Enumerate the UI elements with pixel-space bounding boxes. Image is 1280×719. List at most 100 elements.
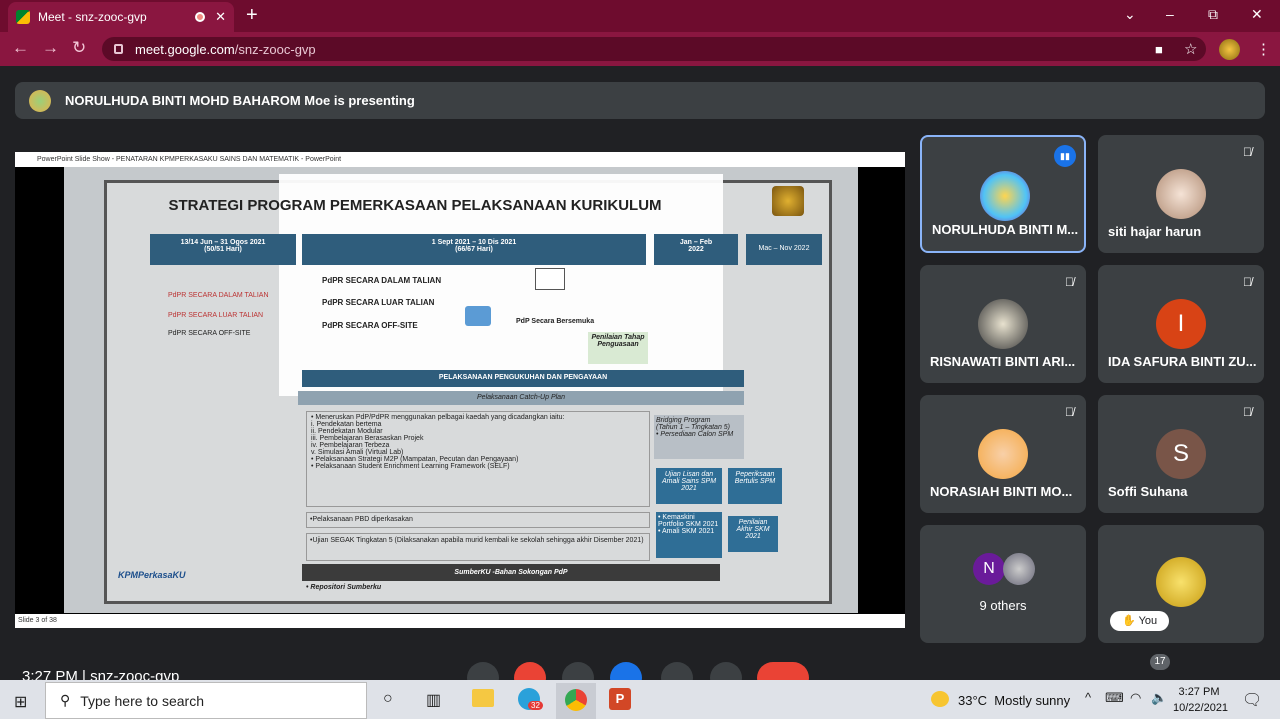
participant-avatar: S [1156, 429, 1206, 479]
close-window-button[interactable]: ✕ [1251, 6, 1263, 23]
clock[interactable]: 3:27 PM 10/22/2021 [1173, 684, 1229, 716]
weather-text[interactable]: 33°C Mostly sunny [958, 693, 1070, 708]
profile-avatar[interactable] [1219, 39, 1240, 60]
strategy-line: i. Pendekatan bertema [311, 421, 382, 428]
slide-title: STRATEGI PROGRAM PEMERKASAAN PELAKSANAAN… [168, 197, 662, 214]
strategy-line: iii. Pembelajaran Berasaskan Projek [311, 435, 424, 442]
keyboard-icon[interactable]: ⌨ [1105, 690, 1124, 706]
band-catchup: Pelaksanaan Catch-Up Plan [298, 391, 744, 405]
participant-avatar [980, 171, 1030, 221]
self-tile[interactable]: ✋ You [1098, 525, 1264, 643]
mid-item-2: PdPR SECARA LUAR TALIAN [322, 298, 435, 307]
bridging-box: Bridging Program (Tahun 1 – Tingkatan 5)… [654, 415, 744, 459]
strategy-line: v. Simulasi Amali (Virtual Lab) [311, 449, 404, 456]
col3-header: Jan – Feb 2022 [654, 234, 738, 265]
task-view-icon[interactable]: ▥ [426, 690, 441, 710]
col4-header: Mac – Nov 2022 [746, 234, 822, 265]
participant-count-badge: 17 [1150, 654, 1170, 670]
col2-header: 1 Sept 2021 – 10 Dis 2021 (66/67 Hari) [302, 234, 646, 265]
strategy-list: • Meneruskan PdP/PdPR menggunakan pelbag… [306, 411, 650, 507]
participant-name: NORASIAH BINTI MO... [930, 484, 1073, 499]
participant-tile[interactable]: 🎙̸ RISNAWATI BINTI ARI... [920, 265, 1086, 383]
meet-favicon-icon [16, 10, 30, 24]
kemaskini-box: • Kemaskini Portfolio SKM 2021 • Amali S… [656, 512, 722, 558]
mic-off-icon: 🎙̸ [1065, 405, 1074, 419]
segak-line: •Ujian SEGAK Tingkatan 5 (Dilaksanakan a… [306, 533, 650, 561]
back-icon[interactable]: ← [12, 38, 29, 58]
minimize-button[interactable]: – [1166, 6, 1174, 22]
plus-shape-icon [465, 306, 491, 326]
presenting-banner: NORULHUDA BINTI MOHD BAHAROM Moe is pres… [15, 82, 1265, 119]
maximize-button[interactable]: ⧉ [1208, 6, 1218, 23]
mic-off-icon: 🎙̸ [1243, 405, 1252, 419]
you-label: ✋ You [1110, 611, 1170, 631]
recording-icon [195, 12, 206, 22]
kpm-logo: KPMPerkasaKU [118, 570, 186, 580]
penilaian-skm-box: Penilaian Akhir SKM 2021 [728, 516, 778, 552]
participant-name: Soffi Suhana [1108, 484, 1188, 499]
participant-tile[interactable]: ▮▮ NORULHUDA BINTI M... [920, 135, 1086, 253]
clock-date: 10/22/2021 [1173, 702, 1229, 714]
reload-icon[interactable]: ↻ [72, 38, 86, 58]
ujian-box: Ujian Lisan dan Amali Sains SPM 2021 [656, 468, 722, 504]
url-host: meet.google.com [135, 41, 235, 57]
participant-name: siti hajar harun [1108, 224, 1202, 239]
pbd-line: •Pelaksanaan PBD diperkasakan [306, 512, 650, 528]
tab-title: Meet - snz-zooc-gvp [38, 10, 147, 24]
strategy-line: ii. Pendekatan Modular [311, 428, 383, 435]
cortana-icon[interactable]: ○ [383, 690, 393, 708]
band-pengukuhan: PELAKSANAAN PENGUKUHAN DAN PENGAYAAN [302, 370, 744, 387]
url-input[interactable]: meet.google.com/snz-zooc-gvp [102, 37, 1206, 61]
sumber-band: SumberKU -Bahan Sokongan PdP [302, 564, 720, 581]
participant-tile[interactable]: I 🎙̸ IDA SAFURA BINTI ZU... [1098, 265, 1264, 383]
others-tile[interactable]: N 9 others [920, 525, 1086, 643]
left-item-2: PdPR SECARA LUAR TALIAN [168, 312, 264, 319]
search-icon: ⚲ [60, 692, 71, 708]
pdp-label: PdP Secara Bersemuka [516, 318, 595, 325]
tab-search-icon[interactable]: ⌄ [1124, 6, 1136, 23]
participant-tile[interactable]: S 🎙̸ Soffi Suhana [1098, 395, 1264, 513]
participant-name: IDA SAFURA BINTI ZU... [1108, 354, 1257, 369]
mic-off-icon: 🎙̸ [1065, 275, 1074, 289]
camera-icon[interactable]: ■ [1155, 42, 1163, 57]
participant-tile[interactable]: 🎙̸ siti hajar harun [1098, 135, 1264, 253]
classroom-illustration-icon [535, 268, 565, 290]
menu-icon[interactable]: ⋮ [1256, 40, 1271, 58]
mic-off-icon: 🎙̸ [1243, 145, 1252, 159]
participant-name: NORULHUDA BINTI M... [932, 222, 1079, 237]
volume-icon[interactable]: 🔈 [1151, 690, 1167, 706]
notifications-icon[interactable]: 🗨 [1242, 690, 1262, 710]
lock-icon [114, 44, 123, 54]
peperiksaan-box: Peperiksaan Bertulis SPM [728, 468, 782, 504]
powerpoint-icon[interactable]: P [609, 688, 631, 710]
jata-logo-icon [772, 186, 804, 216]
participant-avatar [978, 299, 1028, 349]
new-tab-button[interactable]: + [246, 4, 258, 27]
mid-item-3: PdPR SECARA OFF-SITE [322, 321, 418, 330]
participant-avatar: I [1156, 299, 1206, 349]
self-avatar [1156, 557, 1206, 607]
speaking-indicator-icon: ▮▮ [1054, 145, 1076, 167]
taskbar-search[interactable]: ⚲ Type here to search [45, 682, 367, 719]
browser-tab[interactable]: Meet - snz-zooc-gvp ✕ [8, 2, 234, 32]
strategy-line: • Pelaksanaan Strategi M2P (Mampatan, Pe… [311, 456, 519, 463]
strategy-line: • Pelaksanaan Student Enrichment Learnin… [311, 463, 510, 470]
tab-close-icon[interactable]: ✕ [215, 9, 226, 25]
participant-tile[interactable]: 🎙̸ NORASIAH BINTI MO... [920, 395, 1086, 513]
others-avatar: N [973, 553, 1005, 585]
forward-icon[interactable]: → [42, 38, 59, 58]
participant-name: RISNAWATI BINTI ARI... [930, 354, 1076, 369]
left-item-1: PdPR SECARA DALAM TALIAN [168, 292, 269, 299]
presenting-text: NORULHUDA BINTI MOHD BAHAROM Moe is pres… [65, 93, 415, 108]
slide-count: Slide 3 of 38 [18, 617, 57, 624]
tray-chevron-icon[interactable]: ^ [1085, 690, 1091, 705]
presenter-avatar [29, 89, 51, 112]
others-avatar-photo [1003, 553, 1035, 585]
bookmark-star-icon[interactable]: ☆ [1184, 40, 1197, 58]
participant-avatar [978, 429, 1028, 479]
search-placeholder: Type here to search [80, 692, 205, 709]
windows-start-icon[interactable]: ⊞ [14, 692, 27, 712]
wifi-icon[interactable]: ◠ [1130, 690, 1141, 706]
file-explorer-icon[interactable] [472, 689, 494, 707]
col1-header: 13/14 Jun – 31 Ogos 2021 (50/51 Hari) [150, 234, 296, 265]
